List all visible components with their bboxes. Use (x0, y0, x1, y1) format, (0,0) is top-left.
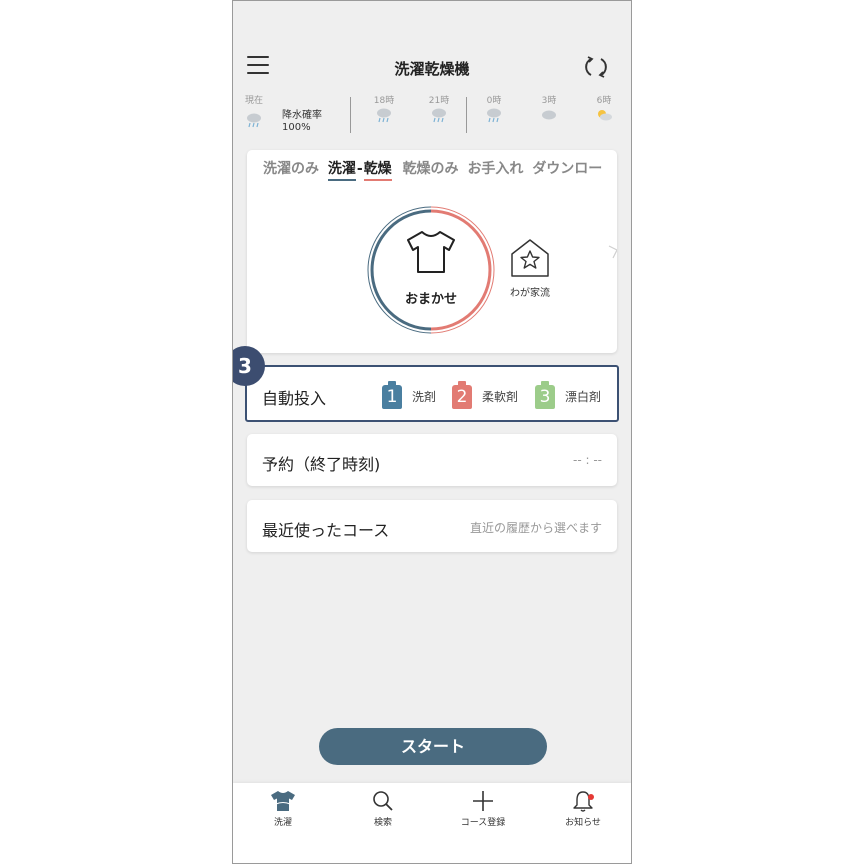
course-label-omakase: おまかせ (404, 292, 457, 307)
weather-slot: 6時 (584, 93, 624, 123)
bell-icon (573, 791, 593, 812)
notification-dot (588, 794, 594, 800)
tab-wash-dry-sep: - (356, 161, 363, 177)
course-wagaya[interactable]: わが家流 (505, 236, 555, 299)
tab-download[interactable]: ダウンロー (532, 158, 602, 178)
refresh-icon[interactable] (583, 54, 609, 80)
start-button[interactable]: スタート (319, 728, 547, 765)
weather-slot: 3時 (529, 93, 569, 123)
carousel-fade (247, 200, 307, 340)
next-course-icon (608, 245, 617, 259)
rain-cloud-icon (377, 108, 391, 123)
recent-courses-hint: 直近の履歴から選べます (469, 521, 602, 535)
reservation-label: 予約（終了時刻) (262, 455, 381, 474)
tab-search-label: 検索 (373, 818, 392, 828)
weather-strip: 現在 降水確率 100% 18時 21時 0時 3時 6時 (233, 93, 631, 137)
course-label-wagaya: わが家流 (510, 288, 550, 299)
weather-divider (466, 97, 467, 133)
weather-slot: 18時 (364, 93, 404, 123)
reservation-time: -- : -- (573, 453, 602, 467)
auto-dose-label: 自動投入 (262, 389, 327, 408)
tab-wash-label: 洗濯 (273, 818, 292, 828)
app-header: 洗濯乾燥機 (233, 45, 631, 89)
softener-bottle-icon: 2 (452, 381, 472, 409)
rain-probability-value: 100% (282, 122, 311, 133)
detergent-number: 1 (382, 385, 402, 409)
rain-cloud-icon (247, 113, 261, 128)
tab-dry-only[interactable]: 乾燥のみ (403, 158, 459, 178)
tab-wash-only[interactable]: 洗濯のみ (263, 158, 319, 178)
softener-label: 柔軟剤 (482, 390, 519, 404)
bleach-label: 漂白剤 (565, 390, 602, 404)
mode-tabs: 洗濯のみ 洗濯-乾燥 乾燥のみ お手入れ ダウンロー (263, 158, 606, 181)
shirt-icon (407, 231, 455, 273)
bottom-tab-bar: 洗濯 検索 コース登録 お知らせ (233, 783, 631, 863)
tab-wash-dry-dry: 乾燥 (363, 158, 392, 181)
rain-probability-label: 降水確率 (282, 110, 322, 121)
search-icon (373, 791, 393, 811)
rain-cloud-icon (432, 108, 446, 123)
shirt-icon (271, 791, 295, 811)
mode-selector-card: 洗濯のみ 洗濯-乾燥 乾燥のみ お手入れ ダウンロー おまかせ わが家流 (247, 150, 617, 353)
weather-now-label: 現在 (245, 96, 264, 106)
weather-slot-time: 0時 (486, 96, 502, 106)
cloud-icon (542, 110, 556, 120)
weather-slot: 0時 (474, 93, 514, 123)
sun-cloud-icon (598, 110, 612, 121)
weather-slot-time: 18時 (373, 96, 395, 106)
bleach-number: 3 (535, 385, 555, 409)
weather-slot-time: 6時 (596, 96, 612, 106)
bleach-bottle-icon: 3 (535, 381, 555, 409)
course-omakase-dial[interactable]: おまかせ (365, 204, 497, 336)
tab-add-course-label: コース登録 (460, 818, 506, 828)
detergent-label: 洗剤 (412, 390, 437, 404)
tab-care[interactable]: お手入れ (467, 158, 523, 178)
softener-number: 2 (452, 385, 472, 409)
tab-notify-label: お知らせ (565, 818, 601, 828)
house-star-icon (511, 239, 549, 277)
tab-add-course[interactable]: コース登録 (433, 789, 533, 828)
plus-icon (473, 791, 493, 811)
recent-courses-label: 最近使ったコース (262, 521, 390, 540)
rain-cloud-icon (487, 108, 501, 123)
auto-dose-row[interactable]: 自動投入 1 洗剤 2 柔軟剤 3 漂白剤 (245, 365, 619, 422)
weather-slot: 21時 (419, 93, 459, 123)
tab-search[interactable]: 検索 (333, 789, 433, 828)
page-title: 洗濯乾燥機 (394, 60, 470, 78)
detergent-bottle-icon: 1 (382, 381, 402, 409)
phone-screen: 洗濯乾燥機 現在 降水確率 100% 18時 21時 0時 3時 6時 洗濯のみ… (232, 0, 632, 864)
weather-now: 現在 (245, 93, 263, 131)
reservation-row[interactable]: 予約（終了時刻) -- : -- (247, 434, 617, 486)
tab-notify[interactable]: お知らせ (533, 789, 631, 828)
weather-slot-time: 3時 (541, 96, 557, 106)
weather-divider (350, 97, 351, 133)
tab-wash-dry[interactable]: 洗濯-乾燥 (327, 158, 392, 181)
weather-slot-time: 21時 (428, 96, 450, 106)
recent-courses-row[interactable]: 最近使ったコース 直近の履歴から選べます (247, 500, 617, 552)
tab-wash[interactable]: 洗濯 (233, 789, 333, 828)
tab-wash-dry-wash: 洗濯 (327, 158, 356, 181)
